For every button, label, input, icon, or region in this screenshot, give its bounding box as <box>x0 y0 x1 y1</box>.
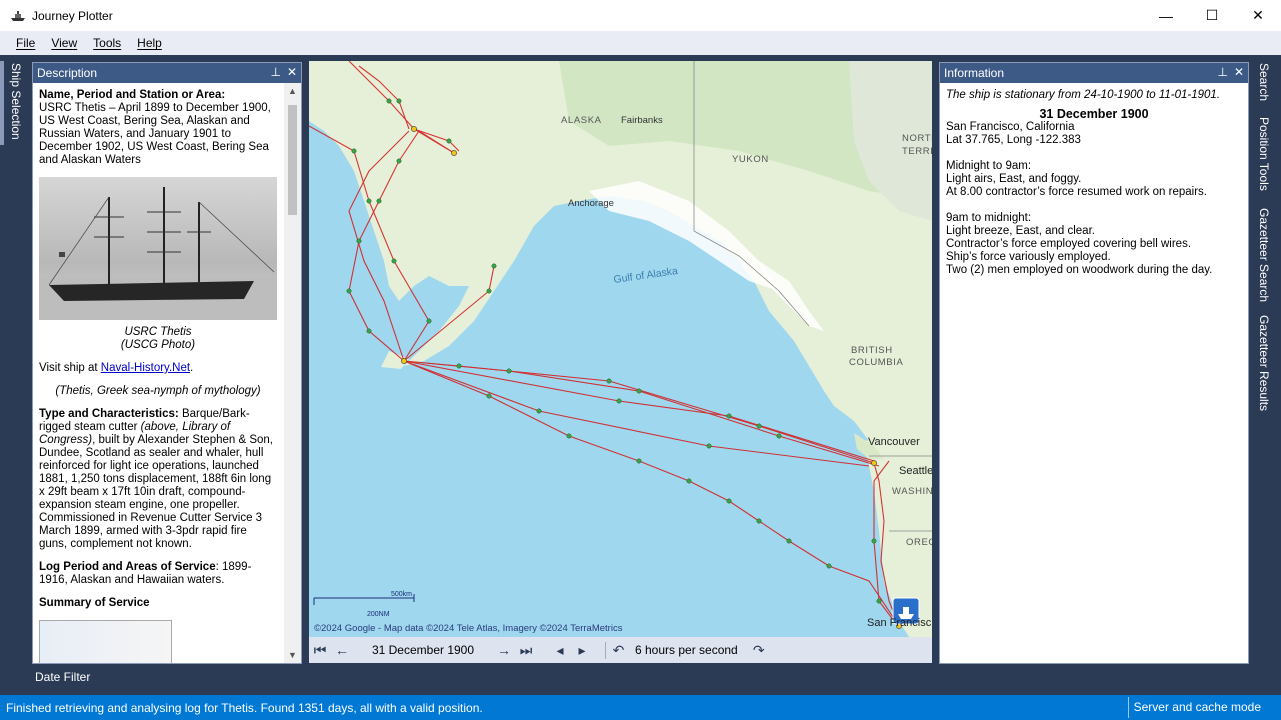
map-label-fairbanks: Fairbanks <box>621 115 663 126</box>
info-date: 31 December 1900 <box>1039 107 1149 121</box>
summary-map-thumbnail <box>39 620 172 663</box>
period-2-title: 9am to midnight: <box>946 212 1032 224</box>
maximize-button[interactable]: ☐ <box>1189 0 1235 31</box>
tab-ship-selection[interactable]: Ship Selection <box>9 63 23 140</box>
description-content: Name, Period and Station or Area: USRC T… <box>33 83 283 663</box>
information-panel: Information ⊥ ✕ The ship is stationary f… <box>939 62 1249 664</box>
type-heading: Type and Characteristics: <box>39 408 179 420</box>
information-content: The ship is stationary from 24-10-1900 t… <box>940 83 1248 663</box>
tab-gazetteer-search[interactable]: Gazetteer Search <box>1257 208 1271 302</box>
map-label-vancouver: Vancouver <box>868 436 920 448</box>
map-label-san-francisco: San Francisc <box>867 617 932 629</box>
scroll-up-icon[interactable]: ▲ <box>284 83 301 99</box>
map-label-alaska: ALASKA <box>561 115 602 126</box>
info-latlong: Lat 37.765, Long -122.383 <box>946 134 1081 146</box>
period-1-line-2: At 8.00 contractor’s force resumed work … <box>946 186 1207 198</box>
status-bar: Finished retrieving and analysing log fo… <box>0 695 1281 720</box>
ship-photo <box>39 177 277 320</box>
period-1-line-1: Light airs, East, and foggy. <box>946 173 1082 185</box>
visit-suffix: . <box>190 362 194 374</box>
cache-mode[interactable]: Server and cache mode <box>1127 697 1281 718</box>
close-button[interactable]: ✕ <box>1235 0 1281 31</box>
description-title: Description <box>37 66 98 80</box>
map-label-yukon: YUKON <box>732 154 769 165</box>
information-header: Information ⊥ ✕ <box>940 63 1248 83</box>
title-bar: Journey Plotter — ☐ ✕ <box>0 0 1281 31</box>
photo-caption-name: USRC Thetis <box>124 326 192 338</box>
map-label-gulf-of-alaska: Gulf of Alaska <box>613 265 679 286</box>
menu-view[interactable]: View <box>43 36 85 50</box>
info-place: San Francisco, California <box>946 121 1075 133</box>
status-message: Finished retrieving and analysing log fo… <box>6 700 483 715</box>
map-label-northwest-territories: NORTH <box>902 133 932 144</box>
map-view[interactable]: ALASKA Fairbanks YUKON NORTH TERRIT Anch… <box>309 61 932 637</box>
scale-km-label: 500km <box>391 591 412 598</box>
playback-speed: 6 hours per second <box>635 643 738 657</box>
tab-position-tools[interactable]: Position Tools <box>1257 117 1271 191</box>
photo-caption-credit: (USCG Photo) <box>120 339 196 351</box>
naval-history-link[interactable]: Naval-History.Net <box>101 362 190 374</box>
map-label-columbia: COLUMBIA <box>849 357 903 368</box>
first-icon[interactable]: ⏮ <box>309 642 331 659</box>
tab-search[interactable]: Search <box>1257 63 1271 101</box>
pin-icon[interactable]: ⊥ <box>270 65 280 79</box>
menu-help[interactable]: Help <box>129 36 170 50</box>
previous-arrow-icon[interactable]: ← <box>331 642 353 658</box>
type-text-2: , built by Alexander Stephen & Son, Dund… <box>39 434 273 550</box>
close-icon[interactable]: ✕ <box>1234 65 1244 79</box>
name-heading: Name, Period and Station or Area: <box>39 89 226 101</box>
menu-file[interactable]: File <box>8 36 43 50</box>
last-icon[interactable]: ⏭ <box>515 642 537 659</box>
map-label-washington: WASHIN <box>892 486 932 497</box>
visit-prefix: Visit ship at <box>39 362 101 374</box>
period-2-line-1: Light breeze, East, and clear. <box>946 225 1095 237</box>
map-label-british: BRITISH <box>851 345 893 356</box>
tab-gazetteer-results[interactable]: Gazetteer Results <box>1257 315 1271 411</box>
map-label-oregon: OREG <box>906 537 932 548</box>
scroll-down-icon[interactable]: ▼ <box>284 647 301 663</box>
period-2-line-2: Contractor’s force employed covering bel… <box>946 238 1192 250</box>
map-canvas[interactable]: ALASKA Fairbanks YUKON NORTH TERRIT Anch… <box>309 61 932 637</box>
map-label-anchorage: Anchorage <box>568 198 614 209</box>
information-title: Information <box>944 66 1005 80</box>
play-icon[interactable]: ▸ <box>571 642 593 659</box>
greek-note: (Thetis, Greek sea-nymph of mythology) <box>55 385 261 397</box>
name-text: USRC Thetis – April 1899 to December 190… <box>39 102 271 166</box>
menu-tools[interactable]: Tools <box>85 36 129 50</box>
ship-app-icon <box>11 10 25 21</box>
window-title: Journey Plotter <box>32 8 113 23</box>
slower-icon[interactable]: ↶ <box>605 641 627 659</box>
pin-icon[interactable]: ⊥ <box>1217 65 1227 79</box>
left-tab-strip: Ship Selection <box>0 55 31 665</box>
next-arrow-icon[interactable]: → <box>493 642 515 658</box>
map-label-territ: TERRIT <box>902 146 932 157</box>
step-back-icon[interactable]: ◂ <box>549 642 571 659</box>
map-scale: 500km 200NM <box>313 591 415 618</box>
description-scrollbar[interactable]: ▲ ▼ <box>284 83 301 663</box>
right-tab-strip: Search Position Tools Gazetteer Search G… <box>1251 55 1281 665</box>
period-2-line-4: Two (2) men employed on woodwork during … <box>946 264 1213 276</box>
description-header: Description ⊥ ✕ <box>33 63 301 83</box>
period-1-title: Midnight to 9am: <box>946 160 1032 172</box>
period-2-line-3: Ship’s force variously employed. <box>946 251 1111 263</box>
close-icon[interactable]: ✕ <box>287 65 297 79</box>
current-date: 31 December 1900 <box>371 643 475 657</box>
minimize-button[interactable]: — <box>1143 0 1189 31</box>
description-panel: Description ⊥ ✕ Name, Period and Station… <box>32 62 302 664</box>
map-label-seattle: Seattle <box>899 465 932 477</box>
summary-heading: Summary of Service <box>39 597 150 609</box>
stationary-note: The ship is stationary from 24-10-1900 t… <box>946 89 1221 101</box>
menu-bar: File View Tools Help <box>0 31 1281 55</box>
faster-icon[interactable]: ↷ <box>748 642 770 659</box>
scroll-thumb[interactable] <box>288 105 297 215</box>
log-heading: Log Period and Areas of Service <box>39 561 216 573</box>
map-attribution: ©2024 Google - Map data ©2024 Tele Atlas… <box>314 623 623 634</box>
scale-nm-label: 200NM <box>367 611 390 618</box>
tab-date-filter[interactable]: Date Filter <box>31 665 95 687</box>
playback-toolbar: ⏮ ← 31 December 1900 → ⏭ ◂ ▸ ↶ 6 hours p… <box>309 637 932 663</box>
